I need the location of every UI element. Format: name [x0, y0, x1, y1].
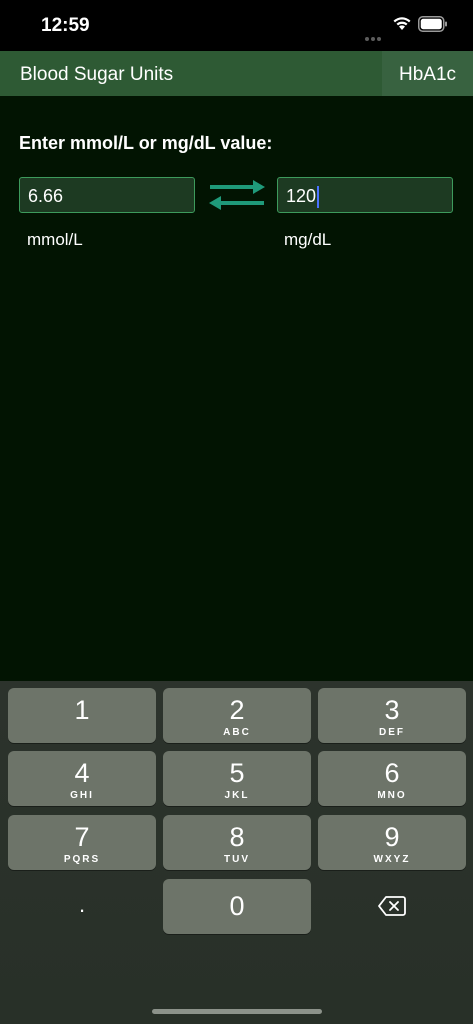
mgdl-unit-label: mg/dL	[284, 230, 332, 249]
key-decimal-point[interactable]: .	[8, 879, 156, 934]
key-8[interactable]: 8 TUV	[163, 815, 311, 870]
text-cursor	[317, 186, 320, 209]
mmol-input-value: 6.66	[28, 186, 64, 206]
wifi-icon	[393, 17, 411, 30]
mmol-input[interactable]: 6.66	[19, 177, 195, 213]
navigation-bar: Blood Sugar Units HbA1c	[0, 51, 473, 96]
cellular-signal-icon	[365, 28, 387, 41]
status-time: 12:59	[41, 15, 90, 36]
key-4[interactable]: 4 GHI	[8, 751, 156, 806]
swap-arrows-icon	[209, 180, 265, 210]
key-0[interactable]: 0	[163, 879, 311, 934]
backspace-icon	[378, 896, 406, 916]
key-3[interactable]: 3 DEF	[318, 688, 466, 743]
key-5[interactable]: 5 JKL	[163, 751, 311, 806]
battery-icon	[418, 16, 447, 32]
hba1c-button[interactable]: HbA1c	[382, 51, 473, 96]
mmol-unit-label: mmol/L	[27, 230, 83, 249]
page-title: Blood Sugar Units	[20, 64, 174, 85]
mgdl-input[interactable]: 120	[277, 177, 453, 213]
delete-key[interactable]	[318, 879, 466, 934]
key-9[interactable]: 9 WXYZ	[318, 815, 466, 870]
key-2[interactable]: 2 ABC	[163, 688, 311, 743]
input-prompt: Enter mmol/L or mg/dL value:	[19, 133, 273, 153]
numeric-keypad: 1 2 ABC 3 DEF 4 GHI 5 JKL 6 MNO 7 PQRS 8…	[0, 681, 473, 1024]
key-1[interactable]: 1	[8, 688, 156, 743]
home-indicator	[152, 1009, 322, 1014]
key-6[interactable]: 6 MNO	[318, 751, 466, 806]
status-bar: 12:59	[0, 0, 473, 51]
mgdl-input-value: 120	[286, 186, 317, 206]
key-7[interactable]: 7 PQRS	[8, 815, 156, 870]
